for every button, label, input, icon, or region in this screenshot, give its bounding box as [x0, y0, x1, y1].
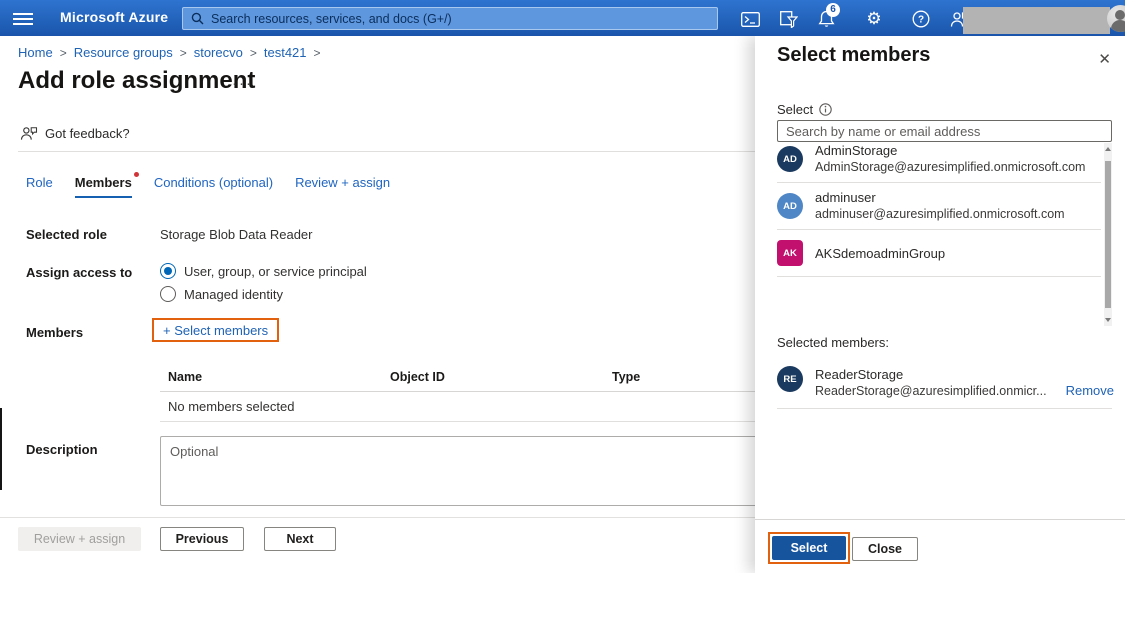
close-icon[interactable]: ✕ — [1094, 48, 1115, 70]
avatar: AD — [777, 146, 803, 172]
assign-access-to-label: Assign access to — [26, 265, 132, 280]
selected-role-value: Storage Blob Data Reader — [160, 227, 312, 242]
member-list-item-adminuser[interactable]: AD adminuser adminuser@azuresimplified.o… — [777, 183, 1101, 230]
breadcrumb-separator: > — [60, 46, 67, 60]
top-bar: Microsoft Azure 6 ⚙ ? — [0, 0, 1125, 36]
selected-members-label: Selected members: — [777, 335, 889, 350]
selected-members-divider — [777, 408, 1112, 409]
review-assign-button[interactable]: Review + assign — [18, 527, 141, 551]
previous-button[interactable]: Previous — [160, 527, 244, 551]
tab-role[interactable]: Role — [26, 175, 53, 198]
azure-portal-window: Microsoft Azure 6 ⚙ ? Hom — [0, 0, 1125, 573]
table-header-divider — [160, 391, 810, 392]
breadcrumb-storecvo[interactable]: storecvo — [194, 45, 243, 60]
scroll-up-arrow[interactable] — [1105, 147, 1111, 151]
breadcrumb: Home > Resource groups > storecvo > test421 > — [18, 45, 328, 60]
page-more-menu[interactable]: ··· — [232, 75, 253, 92]
breadcrumb-home[interactable]: Home — [18, 45, 53, 60]
screen-edge-artifact — [0, 408, 2, 490]
avatar: AD — [777, 193, 803, 219]
selected-member-email: ReaderStorage@azuresimplified.onmicr... — [815, 383, 1054, 400]
next-button[interactable]: Next — [264, 527, 336, 551]
member-email: adminuser@azuresimplified.onmicrosoft.co… — [815, 206, 1065, 223]
select-button-highlight: Select — [768, 532, 850, 564]
directory-filter-icon[interactable] — [779, 9, 799, 29]
member-name: adminuser — [815, 189, 1065, 206]
settings-gear-icon[interactable]: ⚙ — [864, 9, 884, 29]
avatar: RE — [777, 366, 803, 392]
page-title: Add role assignment — [18, 67, 255, 95]
breadcrumb-separator: > — [314, 46, 321, 60]
account-info-redacted — [963, 7, 1110, 34]
breadcrumb-resource-groups[interactable]: Resource groups — [74, 45, 173, 60]
members-unsaved-dot — [134, 172, 139, 177]
product-name[interactable]: Microsoft Azure — [60, 9, 168, 25]
scrollbar-thumb[interactable] — [1105, 161, 1111, 308]
breadcrumb-separator: > — [250, 46, 257, 60]
feedback-smiley-icon — [20, 126, 38, 141]
member-name: AdminStorage — [815, 143, 1085, 159]
member-list-item-aksdemoadmingroup[interactable]: AK AKSdemoadminGroup — [777, 230, 1101, 277]
search-icon — [191, 12, 204, 25]
panel-close-button[interactable]: Close — [852, 537, 918, 561]
info-icon[interactable] — [819, 103, 832, 116]
select-field-label: Select — [777, 102, 832, 117]
select-button[interactable]: Select — [772, 536, 846, 560]
scroll-down-arrow[interactable] — [1105, 318, 1111, 322]
global-search-bar[interactable] — [182, 7, 718, 30]
member-suggestion-list: AD AdminStorage AdminStorage@azuresimpli… — [777, 143, 1112, 326]
member-list-item-adminstorage[interactable]: AD AdminStorage AdminStorage@azuresimpli… — [777, 143, 1101, 183]
tab-conditions[interactable]: Conditions (optional) — [154, 175, 273, 198]
member-name: AKSdemoadminGroup — [815, 245, 945, 262]
hamburger-menu-icon[interactable] — [13, 10, 33, 26]
member-email: AdminStorage@azuresimplified.onmicrosoft… — [815, 159, 1085, 176]
description-textarea[interactable] — [160, 436, 808, 506]
radio-selected-icon[interactable] — [160, 263, 176, 279]
member-search-input[interactable] — [777, 120, 1112, 142]
breadcrumb-test421[interactable]: test421 — [264, 45, 307, 60]
help-icon[interactable]: ? — [911, 9, 931, 29]
avatar: AK — [777, 240, 803, 266]
selected-member-readerstorage: RE ReaderStorage ReaderStorage@azuresimp… — [777, 366, 1114, 400]
column-header-object-id: Object ID — [390, 370, 445, 384]
radio-unselected-icon[interactable] — [160, 286, 176, 302]
tab-members[interactable]: Members — [75, 175, 132, 198]
radio-user-group-service-principal[interactable]: User, group, or service principal — [160, 263, 367, 279]
select-members-panel: Select members ✕ Select AD AdminStorage … — [755, 36, 1125, 573]
list-scrollbar[interactable] — [1104, 143, 1112, 326]
radio-label: Managed identity — [184, 287, 283, 302]
breadcrumb-separator: > — [180, 46, 187, 60]
got-feedback-button[interactable]: Got feedback? — [20, 126, 130, 141]
notification-count-badge: 6 — [826, 3, 840, 17]
table-empty-message: No members selected — [168, 399, 294, 414]
panel-footer-divider — [755, 519, 1125, 520]
global-search-input[interactable] — [211, 12, 709, 26]
column-header-name: Name — [168, 370, 202, 384]
members-label: Members — [26, 325, 83, 340]
svg-text:?: ? — [918, 15, 924, 26]
selected-role-label: Selected role — [26, 227, 107, 242]
panel-title: Select members — [777, 44, 930, 67]
remove-member-link[interactable]: Remove — [1066, 383, 1114, 398]
cloud-shell-icon[interactable] — [740, 9, 760, 29]
footer-divider — [0, 517, 758, 518]
description-label: Description — [26, 442, 98, 457]
column-header-type: Type — [612, 370, 640, 384]
table-row-divider — [160, 421, 810, 422]
radio-managed-identity[interactable]: Managed identity — [160, 286, 283, 302]
radio-label: User, group, or service principal — [184, 264, 367, 279]
selected-member-name: ReaderStorage — [815, 366, 1054, 383]
select-members-link[interactable]: + Select members — [163, 323, 268, 338]
select-members-button[interactable]: + Select members — [152, 318, 279, 342]
tab-review-assign[interactable]: Review + assign — [295, 175, 390, 198]
got-feedback-label: Got feedback? — [45, 126, 130, 141]
tab-bar: Role Members Conditions (optional) Revie… — [26, 175, 390, 198]
